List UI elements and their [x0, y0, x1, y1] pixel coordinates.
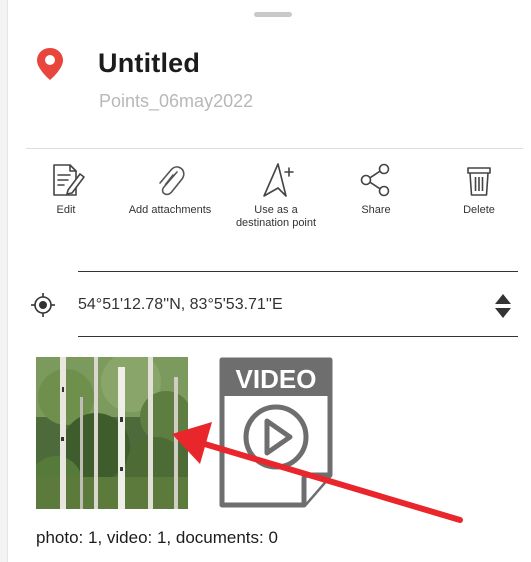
target-icon[interactable]	[30, 292, 56, 318]
delete-label: Delete	[463, 204, 495, 216]
location-pin-icon	[37, 48, 63, 80]
divider	[78, 271, 518, 272]
edit-icon	[53, 164, 85, 196]
divider	[78, 336, 518, 337]
navigation-plus-icon	[263, 163, 294, 197]
video-file-icon: VIDEO	[219, 357, 333, 508]
share-label: Share	[361, 204, 391, 216]
edit-button[interactable]: Edit	[20, 160, 112, 217]
add-attachments-label: Add attachments	[128, 204, 212, 216]
drag-handle[interactable]	[254, 12, 292, 17]
attachment-counts: photo: 1, video: 1, documents: 0	[36, 528, 278, 547]
trash-icon	[467, 167, 491, 196]
video-thumbnail[interactable]: VIDEO	[218, 357, 338, 509]
coordinates-value[interactable]: 54°51'12.78''N, 83°5'53.71''E	[78, 296, 283, 314]
share-button[interactable]: Share	[330, 160, 422, 217]
add-attachments-button[interactable]: Add attachments	[124, 160, 216, 217]
divider	[26, 148, 523, 149]
use-as-destination-button[interactable]: Use as a destination point	[230, 160, 322, 230]
photo-thumbnail[interactable]	[36, 357, 188, 509]
point-details-panel: Untitled Points_06may2022 Edit Add attac…	[0, 0, 531, 562]
edit-label: Edit	[56, 204, 76, 216]
paperclip-icon	[159, 166, 185, 196]
coordinate-format-toggle-icon[interactable]	[492, 291, 514, 321]
layer-name: Points_06may2022	[99, 91, 254, 111]
delete-button[interactable]: Delete	[433, 160, 525, 217]
birch-forest-photo	[36, 357, 188, 509]
use-as-destination-label: Use as a destination point	[235, 204, 317, 229]
point-title[interactable]: Untitled	[98, 48, 200, 79]
share-icon	[360, 163, 390, 197]
video-label: VIDEO	[236, 364, 317, 394]
panel-left-edge	[0, 0, 8, 562]
